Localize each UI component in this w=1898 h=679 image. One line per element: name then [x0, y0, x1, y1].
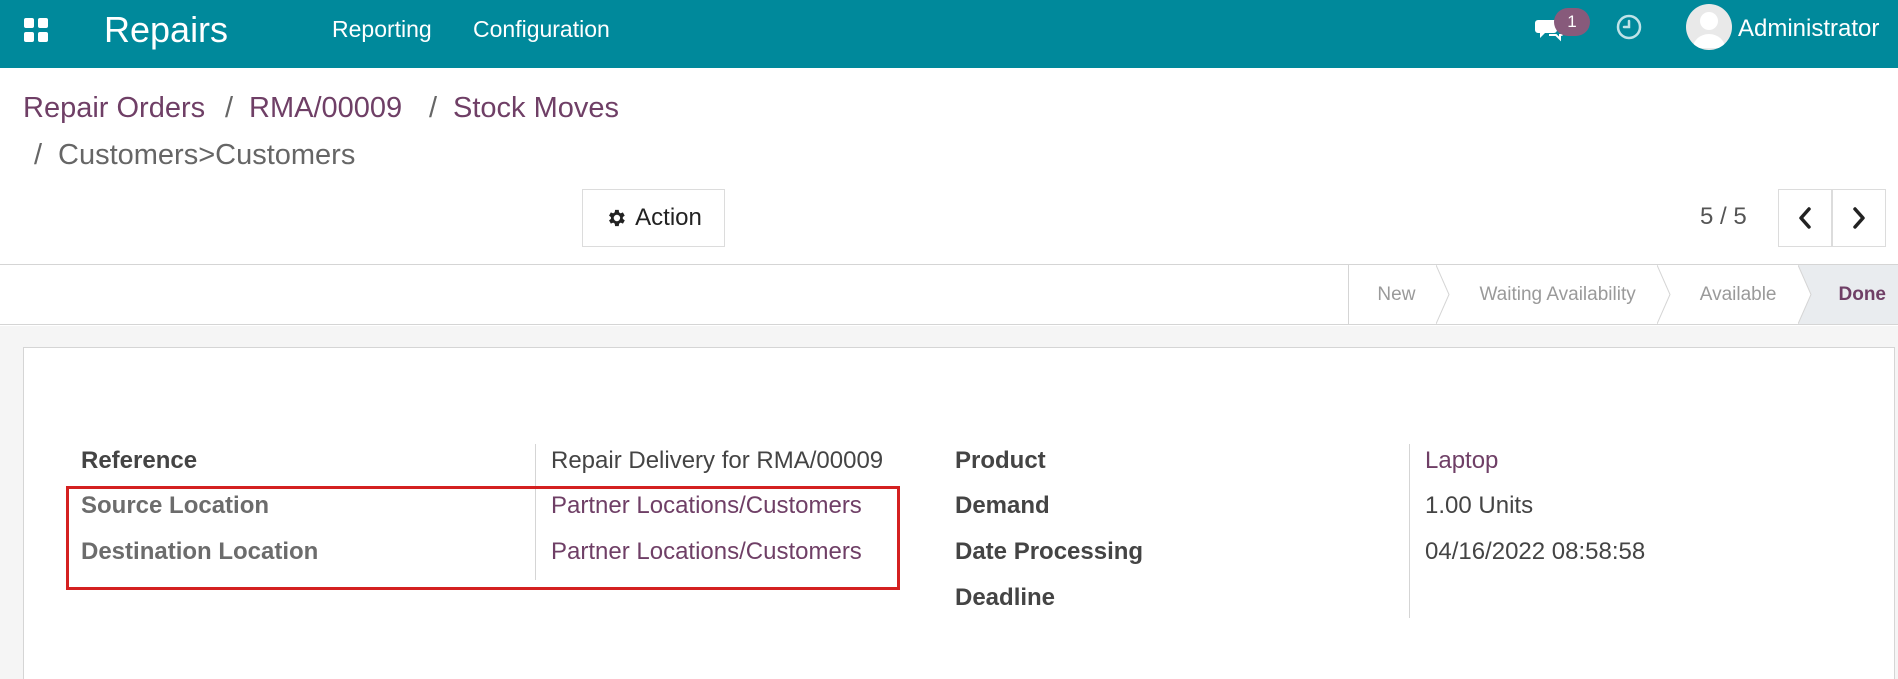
stage-label: Waiting Availability [1479, 283, 1636, 305]
clock-icon[interactable] [1615, 13, 1643, 41]
stage-arrow [1436, 265, 1450, 324]
app-brand[interactable]: Repairs [104, 9, 228, 51]
top-navbar: Repairs Reporting Configuration 1 Admini… [0, 0, 1898, 68]
field-value-demand: 1.00 Units [1425, 492, 1533, 520]
menu-configuration[interactable]: Configuration [473, 16, 610, 43]
stage-waiting-availability[interactable]: Waiting Availability [1437, 265, 1671, 324]
breadcrumb-separator: / [225, 92, 234, 124]
avatar-icon [1693, 12, 1725, 48]
status-bar: New Waiting Availability Available Done [1348, 265, 1898, 324]
field-label-product: Product [955, 447, 1046, 474]
user-menu[interactable]: Administrator [1738, 15, 1879, 43]
stage-label: New [1377, 283, 1416, 305]
action-label: Action [635, 204, 702, 231]
user-avatar[interactable] [1686, 4, 1732, 50]
field-value-date-processing: 04/16/2022 08:58:58 [1425, 538, 1646, 565]
chat-count-badge: 1 [1554, 8, 1590, 36]
breadcrumb-separator: / [34, 139, 43, 171]
field-value-product[interactable]: Laptop [1425, 447, 1498, 475]
apps-menu-icon[interactable] [24, 18, 48, 42]
action-button[interactable]: Action [582, 189, 725, 247]
pager-next-button[interactable] [1832, 189, 1886, 247]
chevron-left-icon [1799, 207, 1811, 229]
breadcrumb-separator: / [429, 92, 438, 124]
breadcrumb-repair-orders[interactable]: Repair Orders [23, 92, 205, 125]
demand-unit: Units [1478, 492, 1534, 519]
menu-reporting[interactable]: Reporting [332, 16, 432, 43]
demand-quantity: 1.00 [1425, 492, 1472, 519]
pager-previous-button[interactable] [1778, 189, 1832, 247]
field-label-demand: Demand [955, 492, 1050, 519]
stage-new[interactable]: New [1348, 265, 1450, 324]
breadcrumb-rma[interactable]: RMA/00009 [249, 92, 402, 125]
field-label-reference: Reference [81, 447, 198, 474]
breadcrumb-current: Customers>Customers [58, 139, 356, 171]
breadcrumb-stock-moves[interactable]: Stock Moves [453, 92, 619, 125]
stage-done[interactable]: Done [1798, 265, 1898, 324]
stage-arrow [1656, 265, 1671, 324]
highlight-box [66, 486, 900, 590]
stage-arrow [1797, 265, 1812, 324]
status-bar-row: New Waiting Availability Available Done [0, 264, 1898, 325]
field-value-reference: Repair Delivery for RMA/00009 [551, 447, 884, 474]
stage-available[interactable]: Available [1657, 265, 1812, 324]
column-separator [1409, 444, 1410, 618]
field-label-deadline: Deadline [955, 584, 1056, 611]
pager-value[interactable]: 5 / 5 [1700, 203, 1747, 231]
gear-icon [609, 209, 625, 227]
field-label-date-processing: Date Processing [955, 538, 1144, 565]
stage-label: Available [1699, 283, 1777, 305]
chevron-right-icon [1853, 207, 1865, 229]
stage-label: Done [1838, 283, 1887, 305]
